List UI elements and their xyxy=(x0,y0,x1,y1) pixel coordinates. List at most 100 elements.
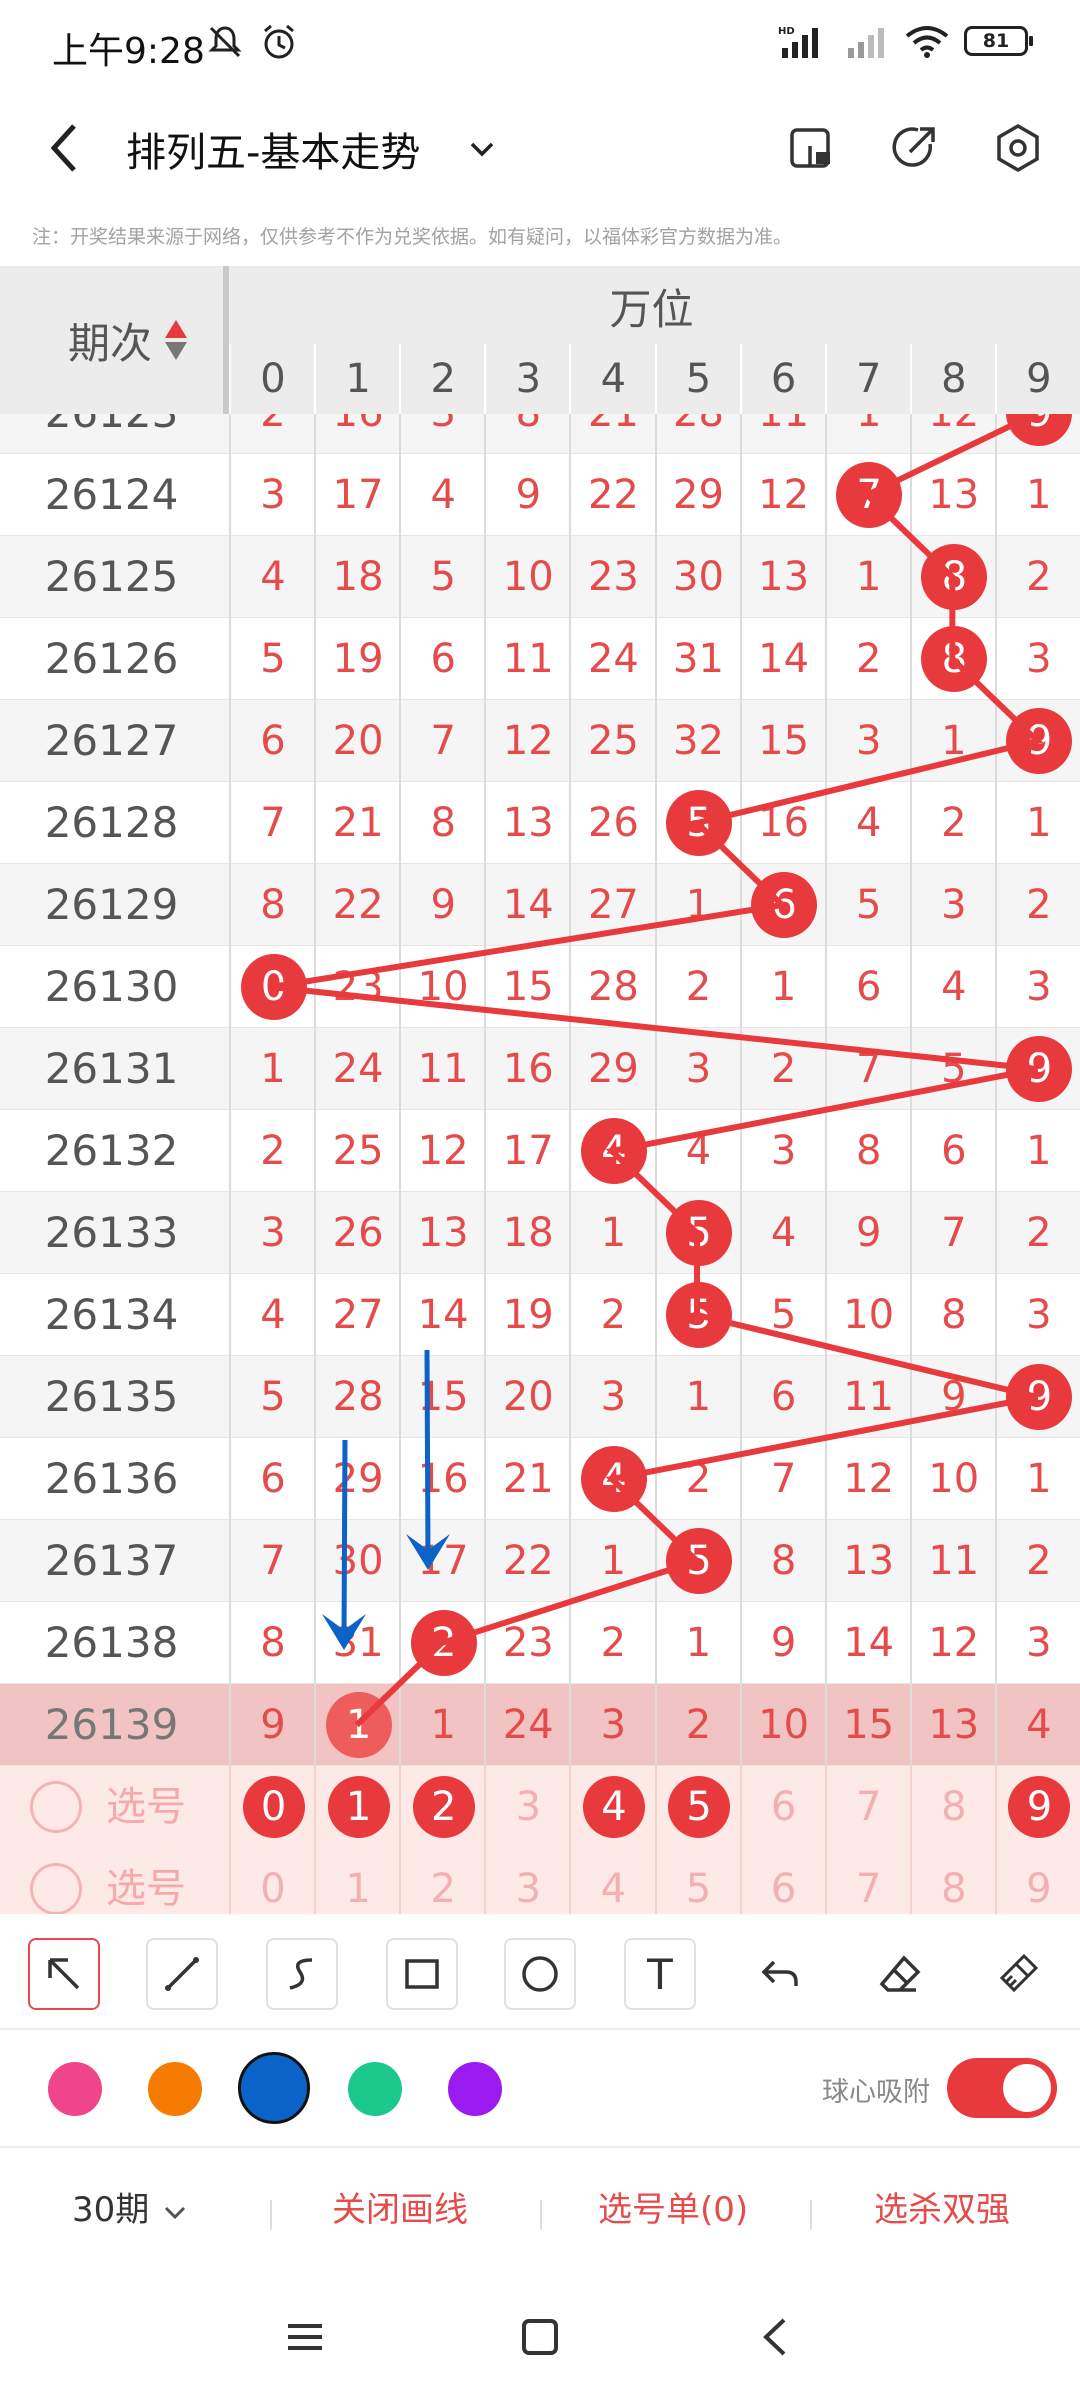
winning-digit-ball[interactable]: 6 xyxy=(751,872,818,938)
pick-cell[interactable]: 7 xyxy=(824,1848,911,1914)
text-tool[interactable]: T xyxy=(624,1938,696,2010)
back-nav-icon[interactable] xyxy=(752,2312,802,2362)
pick-digit: 2 xyxy=(430,1866,456,1912)
pick-cell[interactable]: 3 xyxy=(484,1766,570,1848)
omission-cell: 2 xyxy=(994,1520,1080,1602)
winning-digit-ball[interactable]: 9 xyxy=(1006,414,1073,446)
winning-digit-ball[interactable]: 5 xyxy=(666,790,733,856)
clear-tool[interactable] xyxy=(982,1938,1054,2010)
kill-pick-button[interactable]: 选杀双强 xyxy=(874,2182,1010,2231)
pick-cell[interactable]: 6 xyxy=(739,1766,826,1848)
sort-icon[interactable] xyxy=(163,318,189,362)
omission-value: 9 xyxy=(430,882,456,928)
winning-digit-ball[interactable]: 9 xyxy=(1006,708,1073,774)
back-icon[interactable] xyxy=(40,118,90,178)
snap-toggle[interactable] xyxy=(947,2058,1057,2118)
selected-digit-ball[interactable]: 2 xyxy=(412,1776,475,1838)
pick-cell[interactable]: 0 xyxy=(229,1848,315,1914)
pointer-tool[interactable] xyxy=(28,1938,100,2010)
issue-column-header[interactable]: 期次 xyxy=(0,266,223,414)
pick-cell[interactable]: 8 xyxy=(909,1766,996,1848)
pick-cell[interactable]: 7 xyxy=(824,1766,911,1848)
curve-tool[interactable] xyxy=(266,1938,338,2010)
issue-number: 26134 xyxy=(44,1290,179,1339)
digit-header-5: 5 xyxy=(654,344,741,414)
pick-cell[interactable]: 4 xyxy=(569,1766,655,1848)
menu-icon[interactable] xyxy=(280,2312,330,2362)
winning-digit-ball[interactable]: 5 xyxy=(666,1282,733,1348)
table-row: 26124 3 17 4 9 22 29 12 7 13 1 xyxy=(0,454,1080,536)
selected-digit-ball[interactable]: 0 xyxy=(242,1776,305,1838)
omission-cell: 11 xyxy=(484,618,570,700)
pick-cell[interactable]: 1 xyxy=(314,1766,400,1848)
period-selector[interactable]: 30期 xyxy=(72,2182,190,2231)
winning-digit-ball[interactable]: 5 xyxy=(666,1200,733,1266)
winning-digit-ball[interactable]: 7 xyxy=(836,462,903,528)
omission-cell: 22 xyxy=(569,454,655,536)
winning-digit-ball[interactable]: 0 xyxy=(240,954,307,1020)
omission-value: 29 xyxy=(587,1046,639,1092)
pick-row-radio[interactable] xyxy=(30,1781,82,1833)
pick-cell[interactable]: 9 xyxy=(994,1848,1080,1914)
pick-cell[interactable]: 8 xyxy=(909,1848,996,1914)
color-swatch-orange[interactable] xyxy=(148,2062,202,2116)
winning-digit-ball[interactable]: 2 xyxy=(410,1610,477,1676)
chevron-down-icon[interactable] xyxy=(462,130,502,170)
home-icon[interactable] xyxy=(515,2312,565,2362)
omission-cell: 8 xyxy=(399,782,485,864)
omission-cell: 1 xyxy=(654,1356,741,1438)
pick-cell[interactable]: 4 xyxy=(569,1848,655,1914)
mute-icon xyxy=(208,26,242,58)
disclaimer-note: 注：开奖结果来源于网络，仅供参考不作为兑奖依据。如有疑问，以福体彩官方数据为准。 xyxy=(32,226,793,248)
color-swatch-green[interactable] xyxy=(348,2062,402,2116)
winning-digit-ball[interactable]: 8 xyxy=(921,544,988,610)
omission-cell: 13 xyxy=(399,1192,485,1274)
rectangle-tool[interactable] xyxy=(386,1938,458,2010)
digit-header-3: 3 xyxy=(484,344,570,414)
pick-cell[interactable]: 2 xyxy=(399,1848,485,1914)
omission-value: 8 xyxy=(941,1292,967,1338)
color-swatch-blue[interactable] xyxy=(238,2052,310,2124)
selected-digit-ball[interactable]: 5 xyxy=(668,1776,731,1838)
table-row: 26127 6 20 7 12 25 32 15 3 1 9 xyxy=(0,700,1080,782)
pick-cell[interactable]: 3 xyxy=(484,1848,570,1914)
pick-cell[interactable]: 6 xyxy=(739,1848,826,1914)
pick-cell[interactable]: 5 xyxy=(654,1766,741,1848)
wifi-icon xyxy=(905,26,949,58)
pick-cell[interactable]: 0 xyxy=(229,1766,315,1848)
pick-cell[interactable]: 9 xyxy=(994,1766,1080,1848)
circle-tool[interactable] xyxy=(504,1938,576,2010)
omission-cell: 1 xyxy=(994,782,1080,864)
selected-digit-ball[interactable]: 4 xyxy=(582,1776,645,1838)
color-swatch-pink[interactable] xyxy=(48,2062,102,2116)
winning-digit-ball[interactable]: 9 xyxy=(1006,1036,1073,1102)
eraser-tool[interactable] xyxy=(864,1938,936,2010)
winning-digit-ball[interactable]: 9 xyxy=(1006,1364,1073,1430)
winning-digit-ball[interactable]: 4 xyxy=(580,1446,647,1512)
undo-tool[interactable] xyxy=(744,1938,816,2010)
line-tool[interactable] xyxy=(146,1938,218,2010)
table-row: 26138 8 31 2 23 2 1 9 14 12 3 xyxy=(0,1602,1080,1684)
layout-icon[interactable] xyxy=(782,118,842,178)
digit-header-2: 2 xyxy=(399,344,485,414)
winning-digit-ball[interactable]: 5 xyxy=(666,1528,733,1594)
digit-group-header: 万位 0123456789 xyxy=(223,266,1080,414)
winning-digit-ball[interactable]: 8 xyxy=(921,626,988,692)
winning-digit-ball[interactable]: 4 xyxy=(580,1118,647,1184)
pick-cell[interactable]: 1 xyxy=(314,1848,400,1914)
color-swatch-purple[interactable] xyxy=(448,2062,502,2116)
pick-row-radio[interactable] xyxy=(30,1863,82,1914)
share-icon[interactable] xyxy=(884,118,944,178)
pick-list-button[interactable]: 选号单(0) xyxy=(598,2182,748,2231)
pick-cell[interactable]: 2 xyxy=(399,1766,485,1848)
winning-digit-ball[interactable]: 1 xyxy=(325,1692,392,1758)
settings-icon[interactable] xyxy=(988,118,1048,178)
omission-cell: 10 xyxy=(824,1274,911,1356)
omission-cell: 1 xyxy=(994,1110,1080,1192)
selected-digit-ball[interactable]: 9 xyxy=(1008,1776,1071,1838)
close-lines-button[interactable]: 关闭画线 xyxy=(332,2182,468,2231)
pick-cell[interactable]: 5 xyxy=(654,1848,741,1914)
omission-cell: 5 xyxy=(654,1192,741,1274)
pick-row: 选号 0 1 2 3 4 5 6 7 8 9 xyxy=(0,1766,1080,1848)
selected-digit-ball[interactable]: 1 xyxy=(327,1776,390,1838)
